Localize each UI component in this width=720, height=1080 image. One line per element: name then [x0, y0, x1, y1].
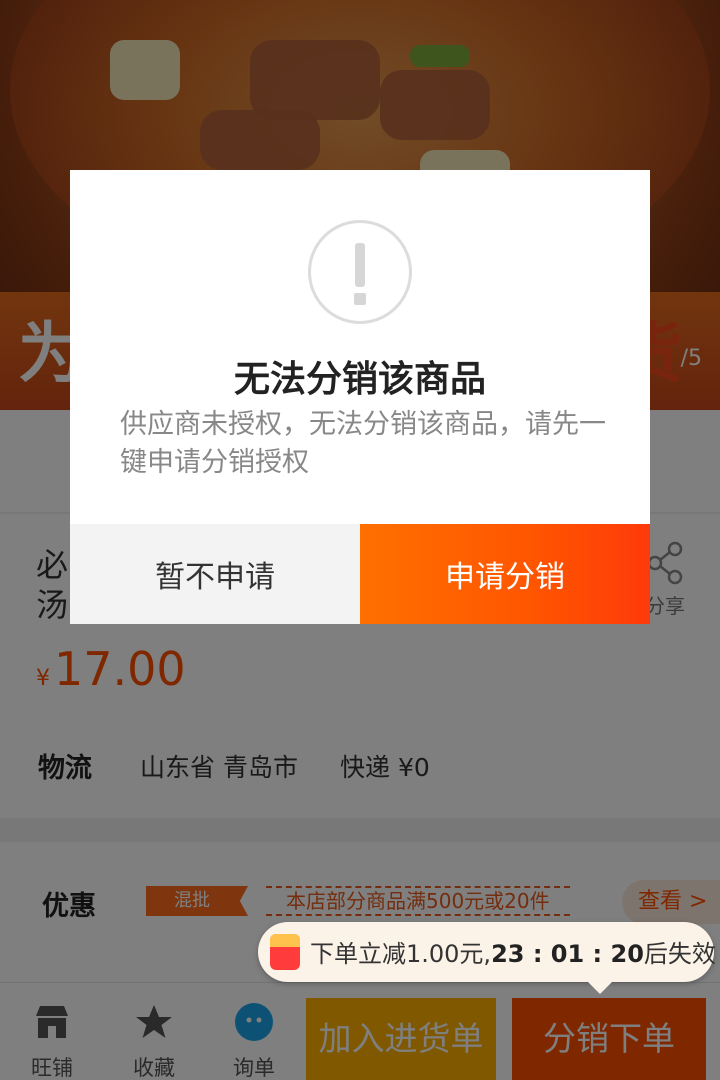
- dialog-title: 无法分销该商品: [233, 359, 486, 400]
- dialog-message: 供应商未授权，无法分销该商品，请先一键申请分销授权: [120, 409, 606, 478]
- exclamation-dot: [354, 293, 366, 305]
- not-now-button[interactable]: 暂不申请: [70, 524, 360, 624]
- coupon-text-before: 下单立减1.00元,: [310, 940, 492, 968]
- red-packet-icon: [270, 934, 300, 970]
- apply-distribution-button[interactable]: 申请分销: [360, 524, 650, 624]
- coupon-text: 下单立减1.00元,23 : 01 : 20后失效: [310, 934, 716, 969]
- coupon-countdown: 23 : 01 : 20: [491, 940, 644, 968]
- exclamation-icon: [308, 220, 412, 324]
- coupon-toast[interactable]: 下单立减1.00元,23 : 01 : 20后失效: [258, 922, 716, 994]
- authorization-dialog: 无法分销该商品 供应商未授权，无法分销该商品，请先一键申请分销授权 暂不申请 申…: [70, 170, 650, 624]
- exclamation-bar: [355, 243, 365, 287]
- coupon-text-after: 后失效: [643, 940, 716, 968]
